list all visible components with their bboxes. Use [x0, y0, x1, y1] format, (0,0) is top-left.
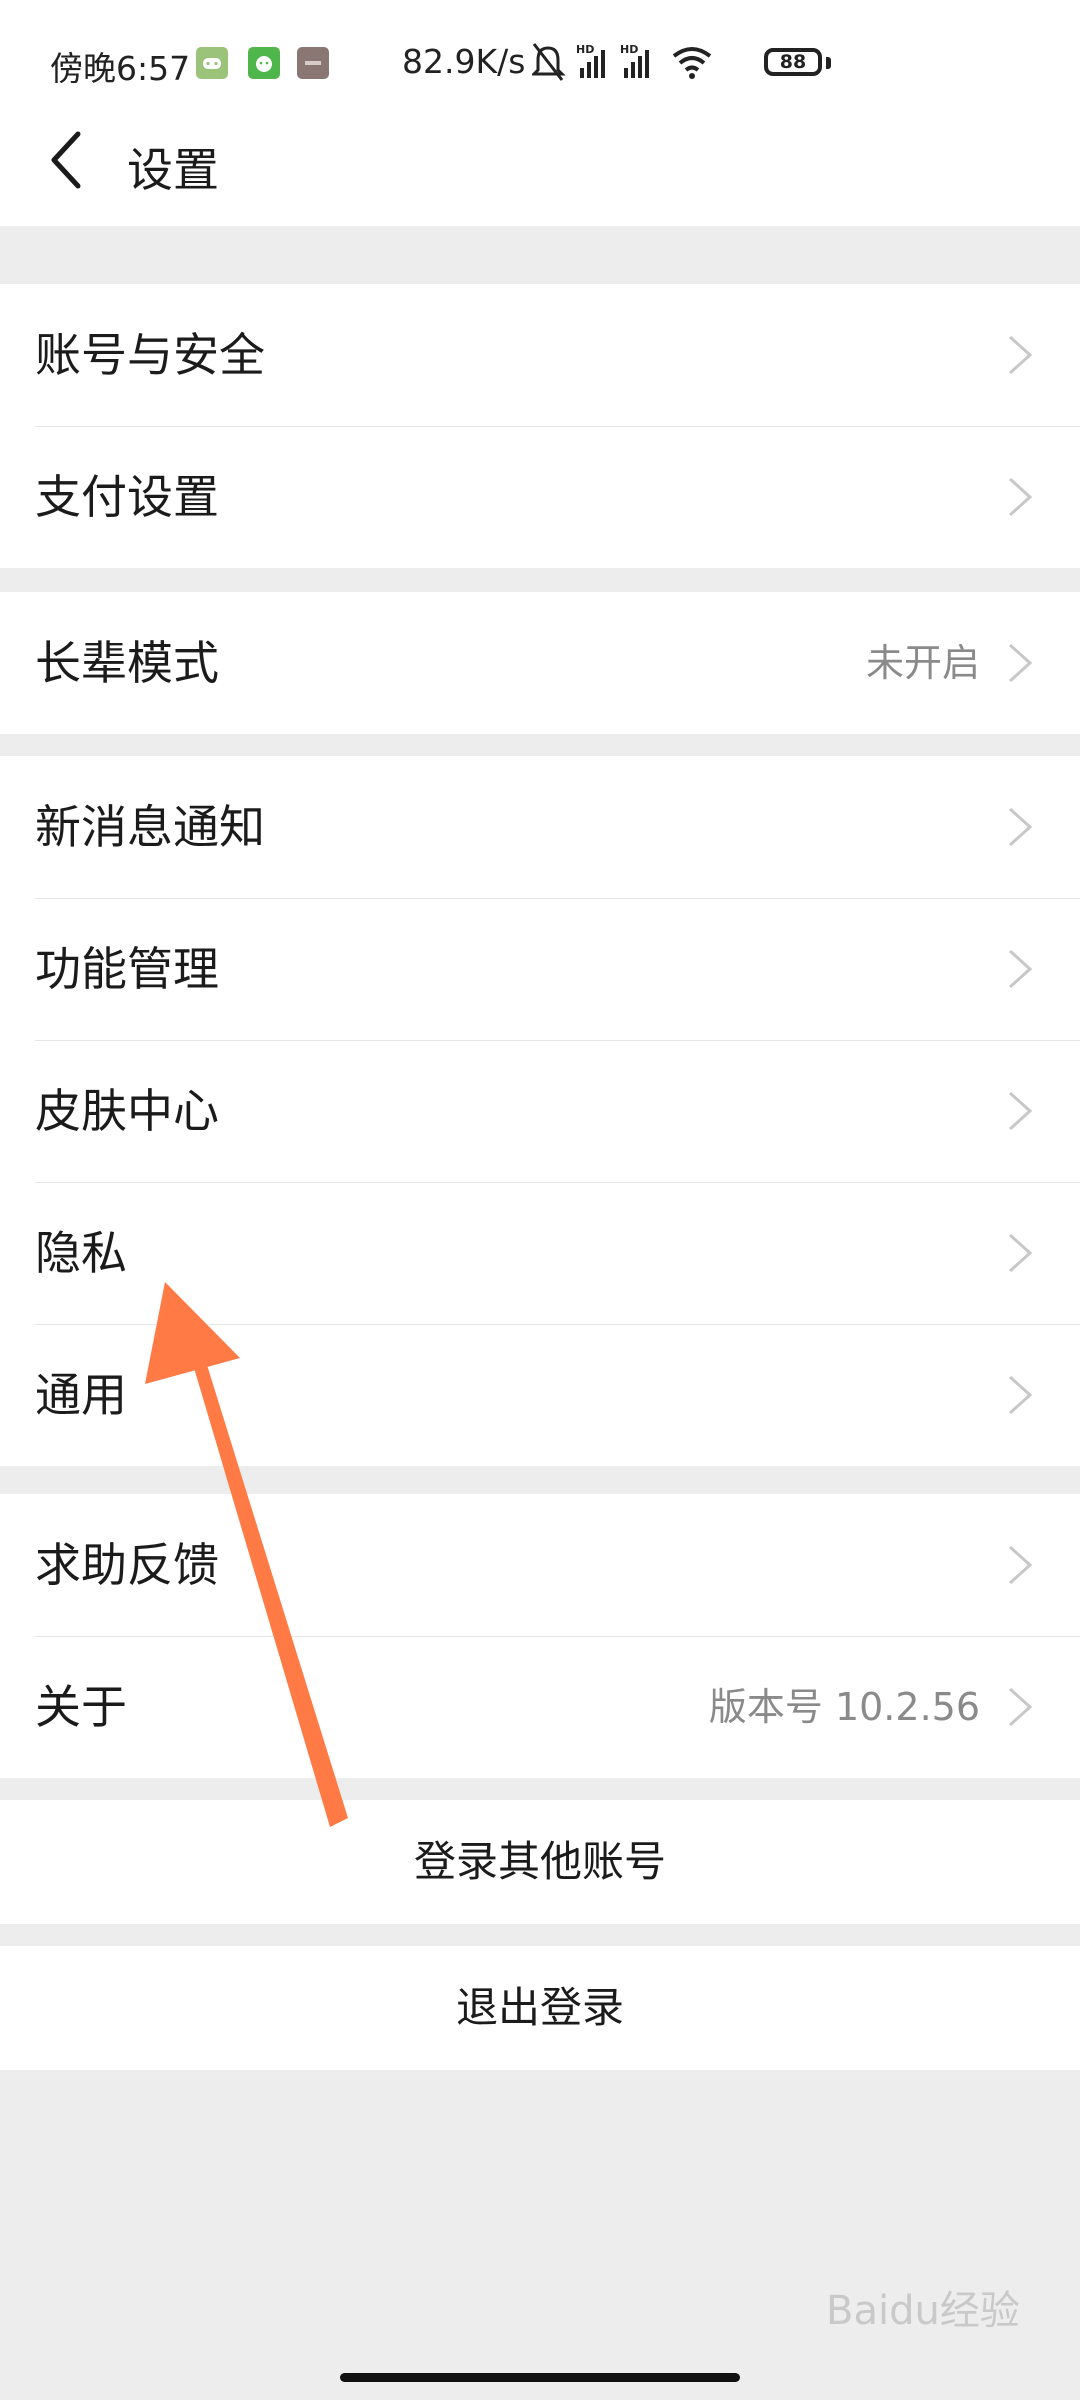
chevron-right-icon [1008, 1375, 1033, 1415]
chevron-right-icon [1008, 1687, 1033, 1727]
status-bar: 傍晚6:57 82.9K/s HD HD 88 [0, 0, 1080, 126]
settings-item-account-security[interactable]: 账号与安全 [0, 284, 1080, 426]
svg-text:HD: HD [576, 43, 594, 56]
photo-app-icon [297, 47, 329, 79]
settings-item-value: 未开启 [865, 641, 980, 685]
chevron-right-icon [1008, 335, 1033, 375]
chevron-right-icon [1008, 949, 1033, 989]
settings-item-label: 关于 [35, 1680, 127, 1734]
watermark-text: Baidu经验 [826, 2288, 1020, 2334]
battery-tip [826, 57, 831, 69]
mute-icon [532, 43, 566, 81]
chevron-right-icon [1008, 1233, 1033, 1273]
baidu-watermark: Baidu经验 [826, 2278, 1026, 2336]
back-button[interactable] [30, 126, 100, 196]
signal-icon: HD [576, 43, 605, 78]
settings-item-label: 功能管理 [35, 942, 219, 996]
settings-item-label: 皮肤中心 [35, 1084, 219, 1138]
settings-group-account: 账号与安全 支付设置 [0, 284, 1080, 568]
settings-item-label: 通用 [35, 1368, 127, 1422]
chevron-left-icon [51, 131, 81, 189]
settings-item-label: 新消息通知 [35, 800, 265, 854]
chevron-right-icon [1008, 1545, 1033, 1585]
page-title: 设置 [127, 143, 219, 197]
settings-item-value: 版本号 10.2.56 [708, 1685, 980, 1729]
settings-item-label: 长辈模式 [35, 636, 219, 690]
settings-group-elder-mode: 长辈模式 未开启 [0, 592, 1080, 734]
status-icons: HD HD [532, 43, 712, 81]
settings-item-privacy[interactable]: 隐私 [0, 1182, 1080, 1324]
home-indicator[interactable] [340, 2373, 740, 2382]
chevron-right-icon [1008, 807, 1033, 847]
logout-label: 退出登录 [455, 1983, 624, 2032]
settings-item-label: 账号与安全 [35, 328, 265, 382]
svg-text:HD: HD [620, 43, 638, 56]
android-app-icon [248, 47, 280, 79]
settings-item-notifications[interactable]: 新消息通知 [0, 756, 1080, 898]
settings-item-payment[interactable]: 支付设置 [0, 426, 1080, 568]
settings-item-feedback[interactable]: 求助反馈 [0, 1494, 1080, 1636]
switch-account-button[interactable]: 登录其他账号 [0, 1800, 1080, 1924]
settings-item-about[interactable]: 关于 版本号 10.2.56 [0, 1636, 1080, 1778]
logout-button[interactable]: 退出登录 [0, 1946, 1080, 2070]
wifi-icon [672, 47, 712, 79]
switch-account-label: 登录其他账号 [413, 1837, 666, 1886]
settings-item-elder-mode[interactable]: 长辈模式 未开启 [0, 592, 1080, 734]
settings-item-label: 隐私 [35, 1226, 127, 1280]
settings-item-label: 支付设置 [35, 470, 219, 524]
settings-item-skins[interactable]: 皮肤中心 [0, 1040, 1080, 1182]
chevron-right-icon [1008, 1091, 1033, 1131]
chevron-right-icon [1008, 477, 1033, 517]
settings-group-general: 新消息通知 功能管理 皮肤中心 隐私 通用 [0, 756, 1080, 1466]
settings-item-features[interactable]: 功能管理 [0, 898, 1080, 1040]
settings-item-general[interactable]: 通用 [0, 1324, 1080, 1466]
game-app-icon [196, 47, 228, 79]
network-speed: 82.9K/s [402, 42, 526, 81]
signal-icon: HD [620, 43, 649, 78]
settings-group-help: 求助反馈 关于 版本号 10.2.56 [0, 1494, 1080, 1778]
settings-item-label: 求助反馈 [35, 1538, 219, 1592]
nav-bar: 设置 [0, 126, 1080, 226]
status-time: 傍晚6:57 [50, 49, 191, 88]
battery-level: 88 [779, 51, 807, 73]
chevron-right-icon [1008, 643, 1033, 683]
